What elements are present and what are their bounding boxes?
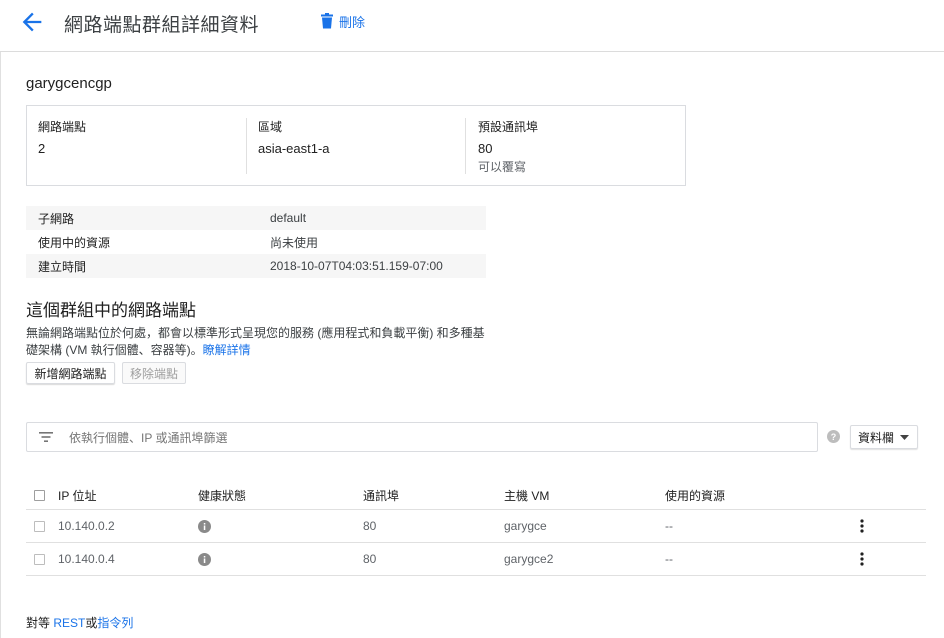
info-icon <box>198 519 211 533</box>
more-vert-icon <box>860 552 864 566</box>
resources-cell: -- <box>665 552 673 566</box>
summary-endpoints: 網路端點 2 <box>38 118 86 156</box>
table-row: 10.140.0.4 80 garygce2 -- <box>26 543 926 576</box>
table-row: 10.140.0.2 80 garygce -- <box>26 510 926 543</box>
health-cell[interactable] <box>198 543 211 575</box>
summary-divider <box>246 118 247 174</box>
command-line-link[interactable]: 指令列 <box>97 616 133 630</box>
remove-endpoint-button[interactable]: 移除端點 <box>122 362 186 384</box>
select-all-checkbox[interactable] <box>34 482 45 509</box>
svg-text:?: ? <box>831 432 837 442</box>
section-title: 這個群組中的網路端點 <box>26 301 196 320</box>
health-cell[interactable] <box>198 510 211 542</box>
property-value: 2018-10-07T04:03:51.159-07:00 <box>270 259 443 273</box>
summary-endpoints-value: 2 <box>38 141 46 156</box>
caret-down-icon <box>900 434 910 440</box>
page-title: 網路端點群組詳細資料 <box>64 15 260 36</box>
column-header-resources[interactable]: 使用的資源 <box>665 482 725 509</box>
port-cell: 80 <box>363 552 377 566</box>
summary-port-label: 預設通訊埠 <box>478 120 539 134</box>
page-edge <box>0 52 1 638</box>
filter-icon <box>39 432 53 442</box>
row-menu-button[interactable] <box>860 543 864 575</box>
row-checkbox[interactable] <box>34 543 45 575</box>
summary-port-value: 80 <box>478 141 493 156</box>
resources-cell: -- <box>665 519 673 533</box>
ip-cell: 10.140.0.4 <box>58 552 115 566</box>
properties-table: 子網路 default 使用中的資源 尚未使用 建立時間 2018-10-07T… <box>26 206 486 278</box>
info-icon <box>198 552 211 566</box>
footer-equivalent: 對等 REST或指令列 <box>26 614 133 631</box>
rest-link[interactable]: REST <box>53 616 85 630</box>
endpoints-table: IP 位址 健康狀態 通訊埠 主機 VM 使用的資源 10.140.0.2 80… <box>26 482 926 576</box>
summary-zone: 區域 asia-east1-a <box>258 118 330 156</box>
property-row: 建立時間 2018-10-07T04:03:51.159-07:00 <box>26 254 486 278</box>
back-button[interactable] <box>18 8 46 36</box>
summary-port: 預設通訊埠 80 可以覆寫 <box>478 118 538 175</box>
ip-cell: 10.140.0.2 <box>58 519 115 533</box>
footer-prefix: 對等 <box>26 616 51 630</box>
row-menu-button[interactable] <box>860 510 864 542</box>
vm-cell: garygce2 <box>504 552 554 566</box>
summary-endpoints-label: 網路端點 <box>38 120 87 134</box>
column-header-health[interactable]: 健康狀態 <box>198 482 246 509</box>
help-icon[interactable]: ? <box>827 430 840 443</box>
filter-input[interactable] <box>67 427 811 449</box>
port-cell: 80 <box>363 519 377 533</box>
description-text: 無論網路端點位於何處，都會以標準形式呈現您的服務 (應用程式和負載平衡) 和多種… <box>26 326 485 357</box>
top-bar: 網路端點群組詳細資料 刪除 <box>0 0 944 52</box>
property-key: 使用中的資源 <box>38 235 111 250</box>
filter-bar[interactable] <box>26 422 818 452</box>
row-checkbox[interactable] <box>34 510 45 542</box>
columns-button[interactable]: 資料欄 <box>850 425 918 449</box>
neg-name: garygcencgp <box>26 75 112 92</box>
more-vert-icon <box>860 519 864 533</box>
vm-cell: garygce <box>504 519 547 533</box>
learn-more-link[interactable]: 瞭解詳情 <box>203 343 251 357</box>
trash-icon <box>321 13 333 29</box>
delete-label: 刪除 <box>339 14 366 30</box>
column-header-port[interactable]: 通訊埠 <box>363 482 399 509</box>
summary-zone-value: asia-east1-a <box>258 141 330 156</box>
summary-zone-label: 區域 <box>258 120 283 134</box>
column-header-ip[interactable]: IP 位址 <box>58 482 96 509</box>
summary-port-note: 可以覆寫 <box>478 160 527 174</box>
summary-divider <box>465 118 466 174</box>
section-description: 無論網路端點位於何處，都會以標準形式呈現您的服務 (應用程式和負載平衡) 和多種… <box>26 325 486 359</box>
property-key: 子網路 <box>38 211 75 226</box>
property-row: 使用中的資源 尚未使用 <box>26 230 486 254</box>
property-value: 尚未使用 <box>270 235 319 250</box>
property-row: 子網路 default <box>26 206 486 230</box>
delete-button[interactable]: 刪除 <box>320 12 365 30</box>
property-value: default <box>270 211 307 225</box>
footer-or: 或 <box>85 616 98 630</box>
summary-box: 網路端點 2 區域 asia-east1-a 預設通訊埠 80 可以覆寫 <box>26 105 686 186</box>
table-header-row: IP 位址 健康狀態 通訊埠 主機 VM 使用的資源 <box>26 482 926 510</box>
column-header-vm[interactable]: 主機 VM <box>504 482 549 509</box>
arrow-back-icon <box>22 12 42 32</box>
property-key: 建立時間 <box>38 259 87 274</box>
columns-label: 資料欄 <box>858 430 895 445</box>
add-endpoint-button[interactable]: 新增網路端點 <box>26 362 115 384</box>
